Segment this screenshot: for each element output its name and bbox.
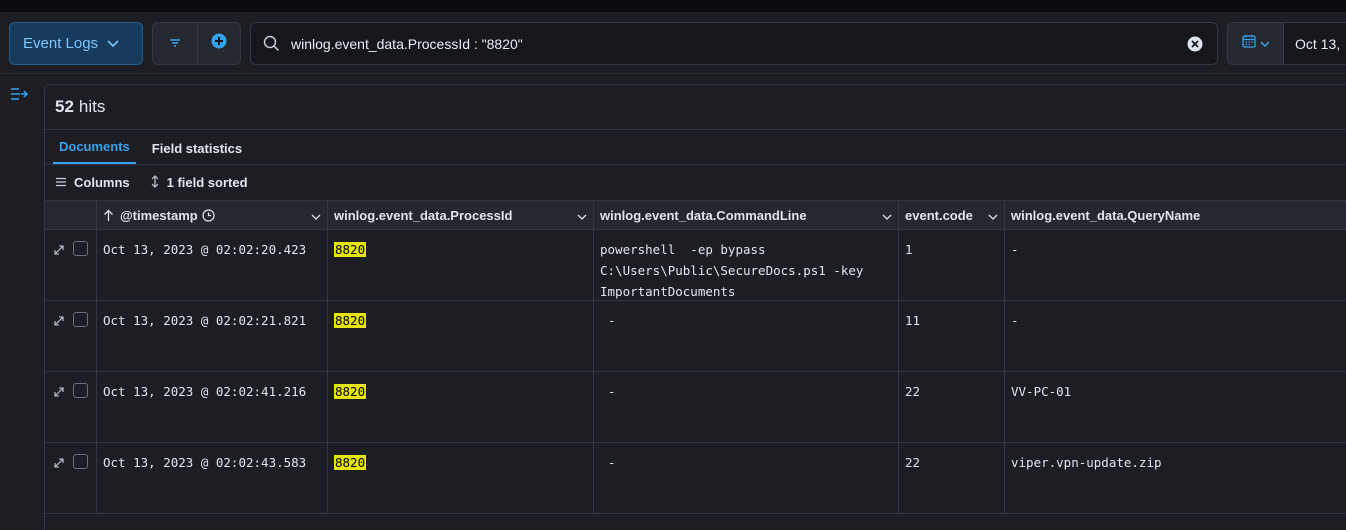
- query-text[interactable]: winlog.event_data.ProcessId : "8820": [291, 36, 1187, 52]
- hits-counter: 52 hits: [45, 85, 1346, 130]
- column-label: winlog.event_data.QueryName: [1011, 207, 1201, 223]
- column-label: winlog.event_data.ProcessId: [334, 207, 513, 223]
- chevron-down-icon[interactable]: [577, 209, 587, 224]
- column-label: winlog.event_data.CommandLine: [600, 207, 807, 223]
- row-checkbox[interactable]: [73, 383, 88, 398]
- row-checkbox[interactable]: [73, 241, 88, 256]
- row-controls: [45, 230, 97, 300]
- sort-icon: [150, 174, 160, 191]
- process-id-cell: 8820: [328, 301, 594, 371]
- event-code-cell: 11: [899, 301, 1005, 371]
- column-header-command-line[interactable]: winlog.event_data.CommandLine: [594, 201, 899, 229]
- data-view-label: Event Logs: [23, 35, 99, 52]
- highlighted-value: 8820: [334, 384, 367, 399]
- query-toolbar: Event Logs winlog.event_data.ProcessId :…: [0, 12, 1346, 74]
- tab-field-statistics[interactable]: Field statistics: [146, 141, 248, 164]
- sidebar-column: [0, 75, 38, 530]
- table-row: Oct 13, 2023 @ 02:02:43.583 8820 - 22 vi…: [45, 443, 1346, 514]
- add-filter-button[interactable]: [196, 23, 241, 64]
- timestamp-cell: Oct 13, 2023 @ 02:02:21.821: [97, 301, 328, 371]
- row-controls: [45, 443, 97, 513]
- table-row: Oct 13, 2023 @ 02:02:21.821 8820 - 11 -: [45, 301, 1346, 372]
- event-code-cell: 1: [899, 230, 1005, 300]
- results-panel: 52 hits Documents Field statistics Colum…: [44, 84, 1346, 530]
- chevron-down-icon: [107, 35, 119, 52]
- row-checkbox[interactable]: [73, 312, 88, 327]
- command-line-cell: -: [594, 443, 899, 513]
- timestamp-cell: Oct 13, 2023 @ 02:02:20.423: [97, 230, 328, 300]
- timestamp-cell: Oct 13, 2023 @ 02:02:41.216: [97, 372, 328, 442]
- query-name-cell: -: [1011, 313, 1019, 328]
- date-quick-menu-button[interactable]: [1228, 23, 1284, 64]
- expand-row-icon[interactable]: [53, 312, 65, 371]
- list-icon: [55, 175, 67, 190]
- columns-button[interactable]: Columns: [55, 175, 130, 190]
- command-line-cell: -: [594, 301, 899, 371]
- highlighted-value: 8820: [334, 313, 367, 328]
- table-header: @timestamp winlog.event_data.ProcessId w…: [45, 201, 1346, 230]
- top-strip: [0, 0, 1346, 12]
- column-label: @timestamp: [120, 207, 198, 223]
- process-id-cell: 8820: [328, 230, 594, 300]
- table-row: Oct 13, 2023 @ 02:02:20.423 8820 powersh…: [45, 230, 1346, 301]
- column-header-event-code[interactable]: event.code: [899, 201, 1005, 229]
- chevron-down-icon[interactable]: [988, 209, 998, 224]
- event-code-cell: 22: [899, 443, 1005, 513]
- sort-asc-icon: [103, 209, 114, 222]
- calendar-icon: [1241, 34, 1256, 53]
- query-name-cell: -: [1011, 242, 1019, 257]
- hits-count: 52: [55, 97, 74, 116]
- plus-circle-icon: [211, 33, 227, 54]
- row-controls: [45, 301, 97, 371]
- expand-row-icon[interactable]: [53, 383, 65, 442]
- query-bar[interactable]: winlog.event_data.ProcessId : "8820": [250, 22, 1218, 65]
- row-checkbox[interactable]: [73, 454, 88, 469]
- grid-toolbar: Columns 1 field sorted: [45, 165, 1346, 201]
- column-header-query-name[interactable]: winlog.event_data.QueryName: [1005, 201, 1346, 229]
- header-controls-cell: [45, 201, 97, 229]
- expand-row-icon[interactable]: [53, 241, 65, 300]
- tab-documents[interactable]: Documents: [53, 139, 136, 164]
- clock-icon: [202, 208, 215, 222]
- expand-row-icon[interactable]: [53, 454, 65, 513]
- command-line-cell: powershell -ep bypass C:\Users\Public\Se…: [594, 230, 899, 300]
- column-label: event.code: [905, 207, 973, 223]
- date-picker[interactable]: Oct 13,: [1227, 22, 1346, 65]
- query-name-cell: VV-PC-01: [1011, 384, 1072, 399]
- expand-sidebar-icon[interactable]: [10, 87, 29, 106]
- sorted-label: 1 field sorted: [166, 175, 248, 190]
- date-start-label[interactable]: Oct 13,: [1295, 36, 1340, 52]
- table-row: Oct 13, 2023 @ 02:02:41.216 8820 - 22 VV…: [45, 372, 1346, 443]
- process-id-cell: 8820: [328, 443, 594, 513]
- command-line-cell: -: [594, 372, 899, 442]
- columns-label: Columns: [74, 175, 130, 190]
- sort-fields-button[interactable]: 1 field sorted: [150, 174, 248, 191]
- results-tabs: Documents Field statistics: [45, 130, 1346, 165]
- column-header-process-id[interactable]: winlog.event_data.ProcessId: [328, 201, 594, 229]
- event-code-cell: 22: [899, 372, 1005, 442]
- chevron-down-icon[interactable]: [882, 209, 892, 224]
- clear-icon[interactable]: [1187, 36, 1203, 52]
- highlighted-value: 8820: [334, 242, 367, 257]
- column-header-timestamp[interactable]: @timestamp: [97, 201, 328, 229]
- highlighted-value: 8820: [334, 455, 367, 470]
- search-icon: [263, 35, 280, 52]
- query-name-cell: viper.vpn-update.zip: [1011, 455, 1162, 470]
- hits-label: hits: [78, 97, 106, 116]
- filter-controls: [152, 22, 241, 65]
- process-id-cell: 8820: [328, 372, 594, 442]
- chevron-down-icon[interactable]: [311, 209, 321, 224]
- row-controls: [45, 372, 97, 442]
- data-view-picker[interactable]: Event Logs: [9, 22, 143, 65]
- filter-icon: [169, 35, 181, 53]
- timestamp-cell: Oct 13, 2023 @ 02:02:43.583: [97, 443, 328, 513]
- chevron-down-icon: [1260, 35, 1270, 53]
- filter-menu-button[interactable]: [153, 23, 197, 64]
